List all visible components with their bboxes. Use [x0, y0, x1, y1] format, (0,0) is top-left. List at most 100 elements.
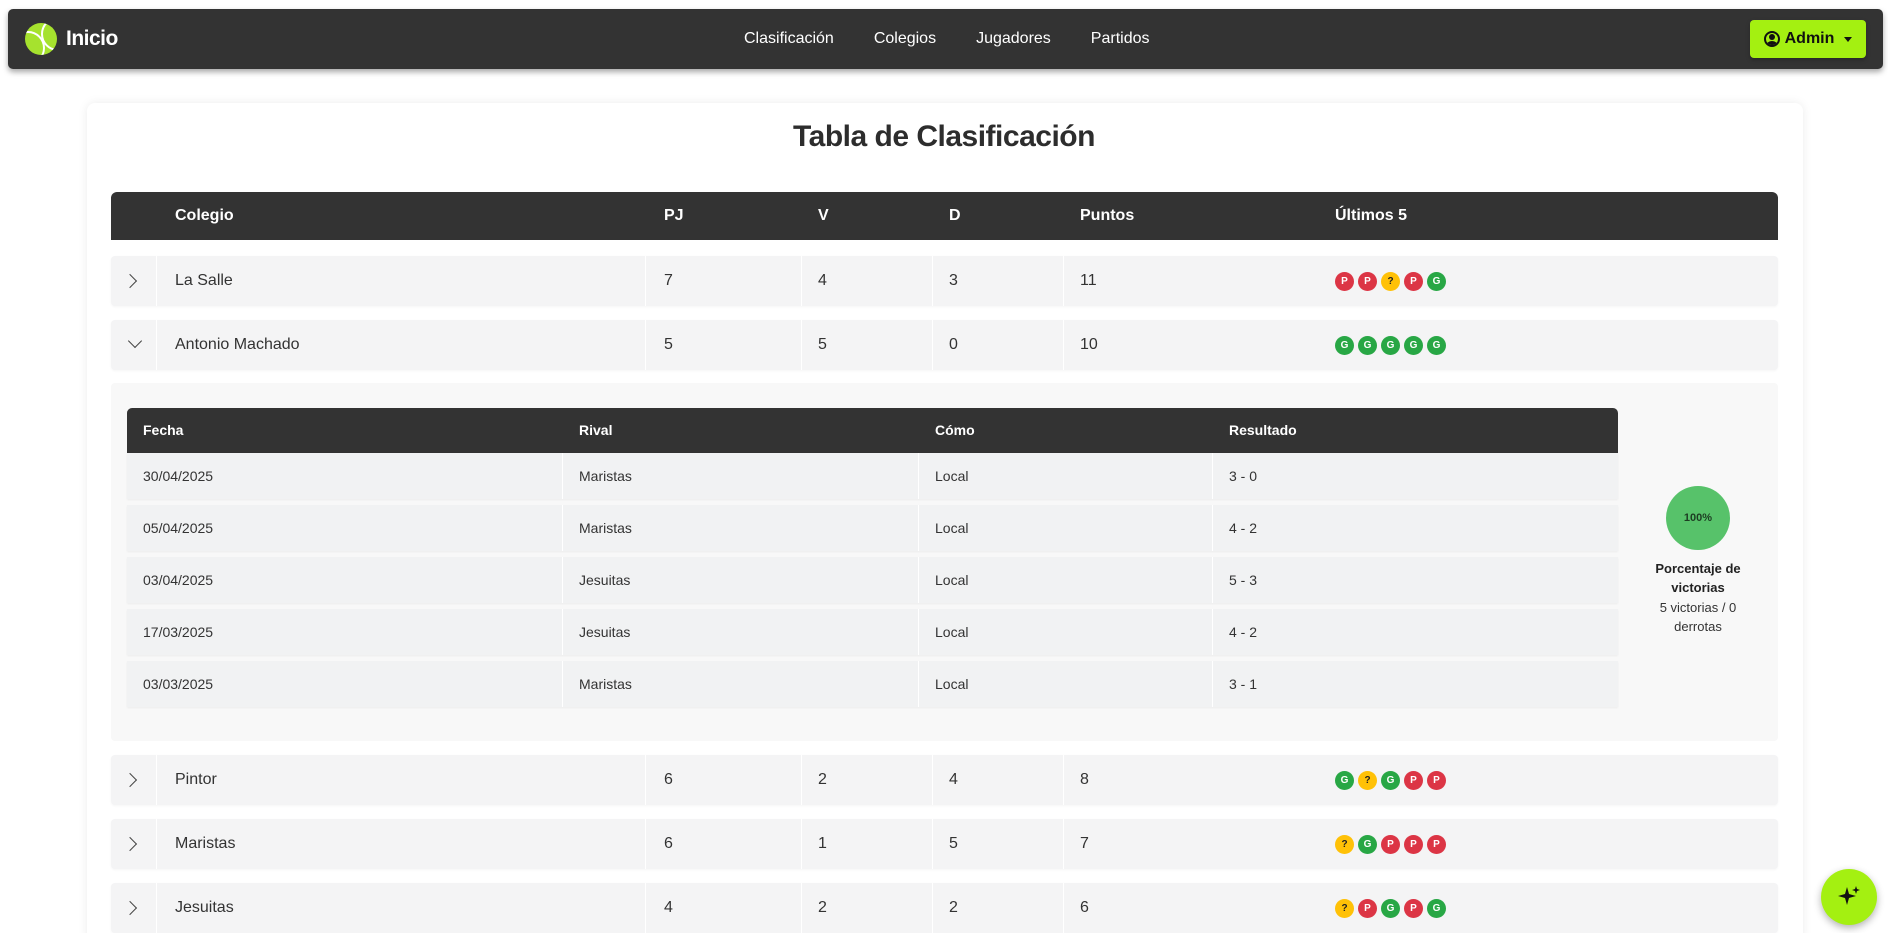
header-resultado: Resultado — [1229, 422, 1297, 438]
team-detail-panel: Fecha Rival Cómo Resultado 30/04/2025 Ma… — [111, 383, 1778, 741]
nav-links: Clasificación Colegios Jugadores Partido… — [744, 9, 1150, 69]
row-puntos: 11 — [1080, 272, 1097, 289]
row-colegio: La Salle — [175, 272, 233, 289]
result-win-badge: G — [1335, 336, 1354, 355]
row-v: 2 — [818, 899, 827, 916]
result-win-badge: G — [1427, 336, 1446, 355]
header-rival: Rival — [579, 422, 613, 438]
match-fecha: 30/04/2025 — [143, 468, 214, 484]
result-win-badge: G — [1358, 336, 1377, 355]
result-win-badge: G — [1358, 835, 1377, 854]
last-five: ? P G P G — [1335, 899, 1446, 918]
result-win-badge: G — [1381, 899, 1400, 918]
match-row: 03/04/2025 Jesuitas Local 5 - 3 — [127, 557, 1618, 603]
result-loss-badge: P — [1358, 272, 1377, 291]
result-loss-badge: P — [1404, 771, 1423, 790]
match-row: 03/03/2025 Maristas Local 3 - 1 — [127, 661, 1618, 707]
row-puntos: 10 — [1080, 336, 1098, 353]
match-row: 30/04/2025 Maristas Local 3 - 0 — [127, 453, 1618, 499]
match-fecha: 03/04/2025 — [143, 572, 214, 588]
match-como: Local — [935, 520, 969, 536]
match-rival: Jesuitas — [579, 624, 631, 640]
nav-link-clasificacion[interactable]: Clasificación — [744, 30, 834, 48]
row-colegio: Antonio Machado — [175, 336, 300, 353]
header-colegio: Colegio — [175, 207, 234, 224]
table-row[interactable]: La Salle 7 4 3 11 P P? P G — [111, 256, 1778, 306]
result-pending-badge: ? — [1358, 771, 1377, 790]
header-fecha: Fecha — [143, 422, 184, 438]
match-resultado: 3 - 1 — [1229, 676, 1258, 692]
match-resultado: 4 - 2 — [1229, 520, 1258, 536]
match-rival: Maristas — [579, 468, 632, 484]
row-colegio: Maristas — [175, 835, 236, 852]
assistant-fab-button[interactable] — [1821, 869, 1877, 925]
result-pending-badge: ? — [1381, 272, 1400, 291]
row-colegio: Pintor — [175, 771, 217, 788]
header-puntos: Puntos — [1080, 207, 1135, 224]
row-pj: 6 — [664, 771, 673, 788]
table-row[interactable]: Jesuitas 4 2 2 6 ? P G P G — [111, 883, 1778, 933]
standings-header: Colegio PJ V D Puntos Últimos 5 — [111, 192, 1778, 240]
match-rival: Jesuitas — [579, 572, 631, 588]
result-loss-badge: P — [1404, 835, 1423, 854]
result-win-badge: G — [1427, 899, 1446, 918]
nav-link-jugadores[interactable]: Jugadores — [976, 30, 1051, 48]
match-como: Local — [935, 676, 969, 692]
brand-link[interactable]: Inicio — [25, 22, 118, 56]
last-five: GGGGG — [1335, 336, 1446, 355]
chevron-right-icon[interactable] — [122, 772, 138, 788]
match-resultado: 3 - 0 — [1229, 468, 1258, 484]
tennis-ball-icon — [25, 23, 57, 55]
result-loss-badge: P — [1404, 272, 1423, 291]
table-row[interactable]: Maristas 6 1 5 7 ? G P P P — [111, 819, 1778, 869]
win-percentage-circle: 100% — [1666, 486, 1730, 550]
row-v: 1 — [818, 835, 827, 852]
match-fecha: 03/03/2025 — [143, 676, 214, 692]
match-como: Local — [935, 572, 969, 588]
admin-label: Admin — [1784, 30, 1835, 47]
chevron-right-icon[interactable] — [122, 273, 138, 289]
chevron-right-icon[interactable] — [122, 900, 138, 916]
top-navbar: Inicio Clasificación Colegios Jugadores … — [8, 9, 1883, 69]
row-d: 0 — [949, 336, 958, 353]
admin-dropdown-button[interactable]: Admin — [1750, 20, 1866, 58]
result-win-badge: G — [1381, 336, 1400, 355]
user-circle-icon — [1763, 31, 1780, 47]
result-win-badge: G — [1404, 336, 1423, 355]
chevron-right-icon[interactable] — [122, 836, 138, 852]
result-loss-badge: P — [1358, 899, 1377, 918]
win-loss-stats: 5 victorias / 0 derrotas — [1659, 600, 1737, 634]
brand-label: Inicio — [66, 27, 118, 50]
header-ultimos: Últimos 5 — [1335, 207, 1408, 224]
row-v: 4 — [818, 272, 827, 289]
sparkle-icon — [1838, 886, 1860, 905]
last-five: G? G P P — [1335, 771, 1446, 790]
matches-header: Fecha Rival Cómo Resultado — [127, 408, 1618, 453]
result-win-badge: G — [1335, 771, 1354, 790]
chevron-down-icon[interactable] — [127, 333, 143, 349]
row-pj: 4 — [664, 899, 673, 916]
match-row: 17/03/2025 Jesuitas Local 4 - 2 — [127, 609, 1618, 655]
result-loss-badge: P — [1427, 835, 1446, 854]
result-win-badge: G — [1381, 771, 1400, 790]
match-resultado: 4 - 2 — [1229, 624, 1258, 640]
result-win-badge: G — [1427, 272, 1446, 291]
row-v: 2 — [818, 771, 827, 788]
header-v: V — [818, 207, 829, 224]
nav-link-partidos[interactable]: Partidos — [1091, 30, 1150, 48]
table-row[interactable]: Antonio Machado 5 5 0 10 GGGGG — [111, 320, 1778, 370]
row-colegio: Jesuitas — [175, 899, 234, 916]
row-d: 4 — [949, 771, 958, 788]
header-d: D — [949, 207, 961, 224]
page-title: Tabla de Clasificación — [793, 120, 1095, 153]
row-puntos: 6 — [1080, 899, 1089, 916]
row-pj: 6 — [664, 835, 673, 852]
match-resultado: 5 - 3 — [1229, 572, 1258, 588]
row-d: 5 — [949, 835, 958, 852]
result-loss-badge: P — [1335, 272, 1354, 291]
win-percentage-label: Porcentaje de victorias — [1655, 561, 1741, 595]
caret-down-icon — [1844, 36, 1853, 42]
table-row[interactable]: Pintor 6 2 4 8 G? G P P — [111, 755, 1778, 805]
nav-link-colegios[interactable]: Colegios — [874, 30, 936, 48]
row-puntos: 8 — [1080, 771, 1089, 788]
